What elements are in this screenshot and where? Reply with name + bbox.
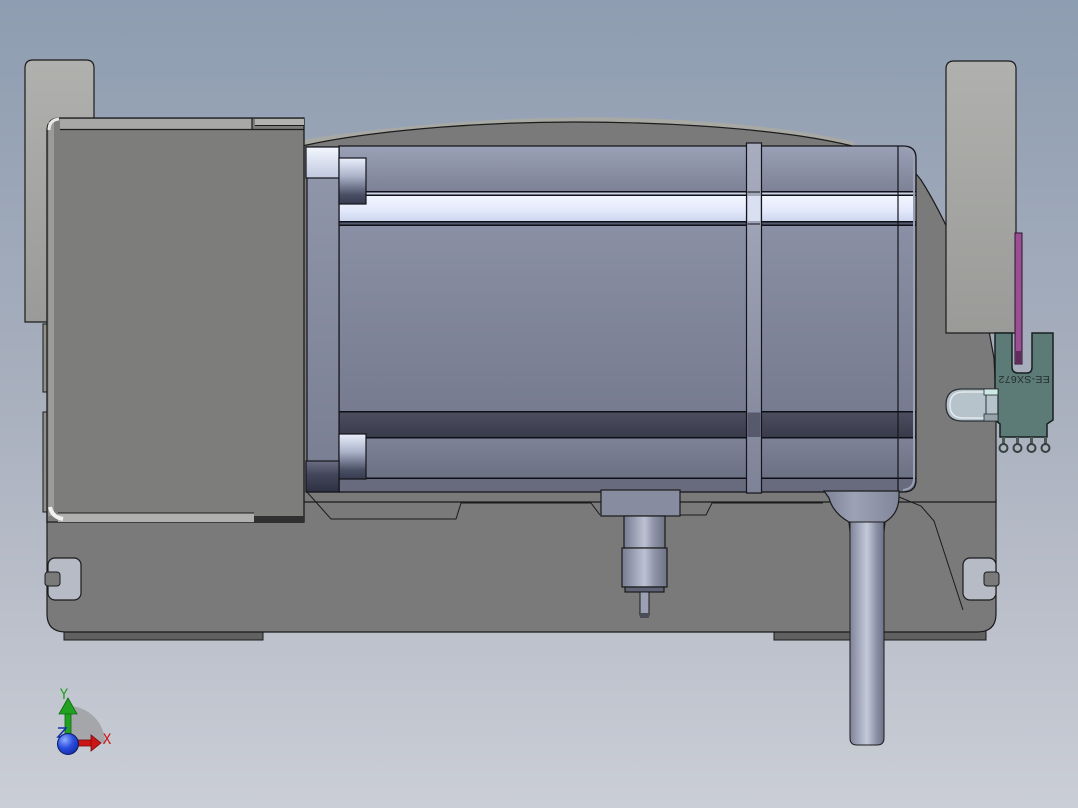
flange-bolt-head-top (305, 146, 340, 179)
x-axis-label: X (103, 732, 112, 748)
probe-pin (639, 591, 650, 616)
motor-tie-rod (745, 142, 763, 494)
flange-bolt-shaft-bottom (338, 433, 367, 480)
slider-block (46, 117, 305, 523)
probe-cylinder-lower (621, 547, 668, 588)
flange-bolt-head-bottom (305, 460, 340, 493)
y-axis-label: Y (60, 687, 69, 703)
cad-viewport-3d[interactable]: EE-SX672 Y X (0, 0, 1078, 808)
probe-cylinder-upper (623, 515, 666, 549)
block-bottom-trim (58, 513, 254, 522)
sensor-marking: EE-SX672 (998, 373, 1049, 385)
base-left-notch (44, 557, 82, 601)
probe-mount-block (600, 489, 681, 517)
base-right-notch (962, 557, 1000, 601)
sensor-flag (1014, 232, 1023, 365)
sensor-connector (945, 388, 999, 422)
flange-bolt-shaft-top (338, 157, 367, 205)
block-top-trim (60, 119, 252, 129)
right-bracket-tab (945, 60, 1017, 334)
stepper-motor (305, 142, 917, 494)
motor-dark-band (339, 412, 916, 437)
cable-wire (849, 521, 885, 746)
motor-white-band (339, 196, 916, 221)
origin-sphere (57, 733, 79, 755)
